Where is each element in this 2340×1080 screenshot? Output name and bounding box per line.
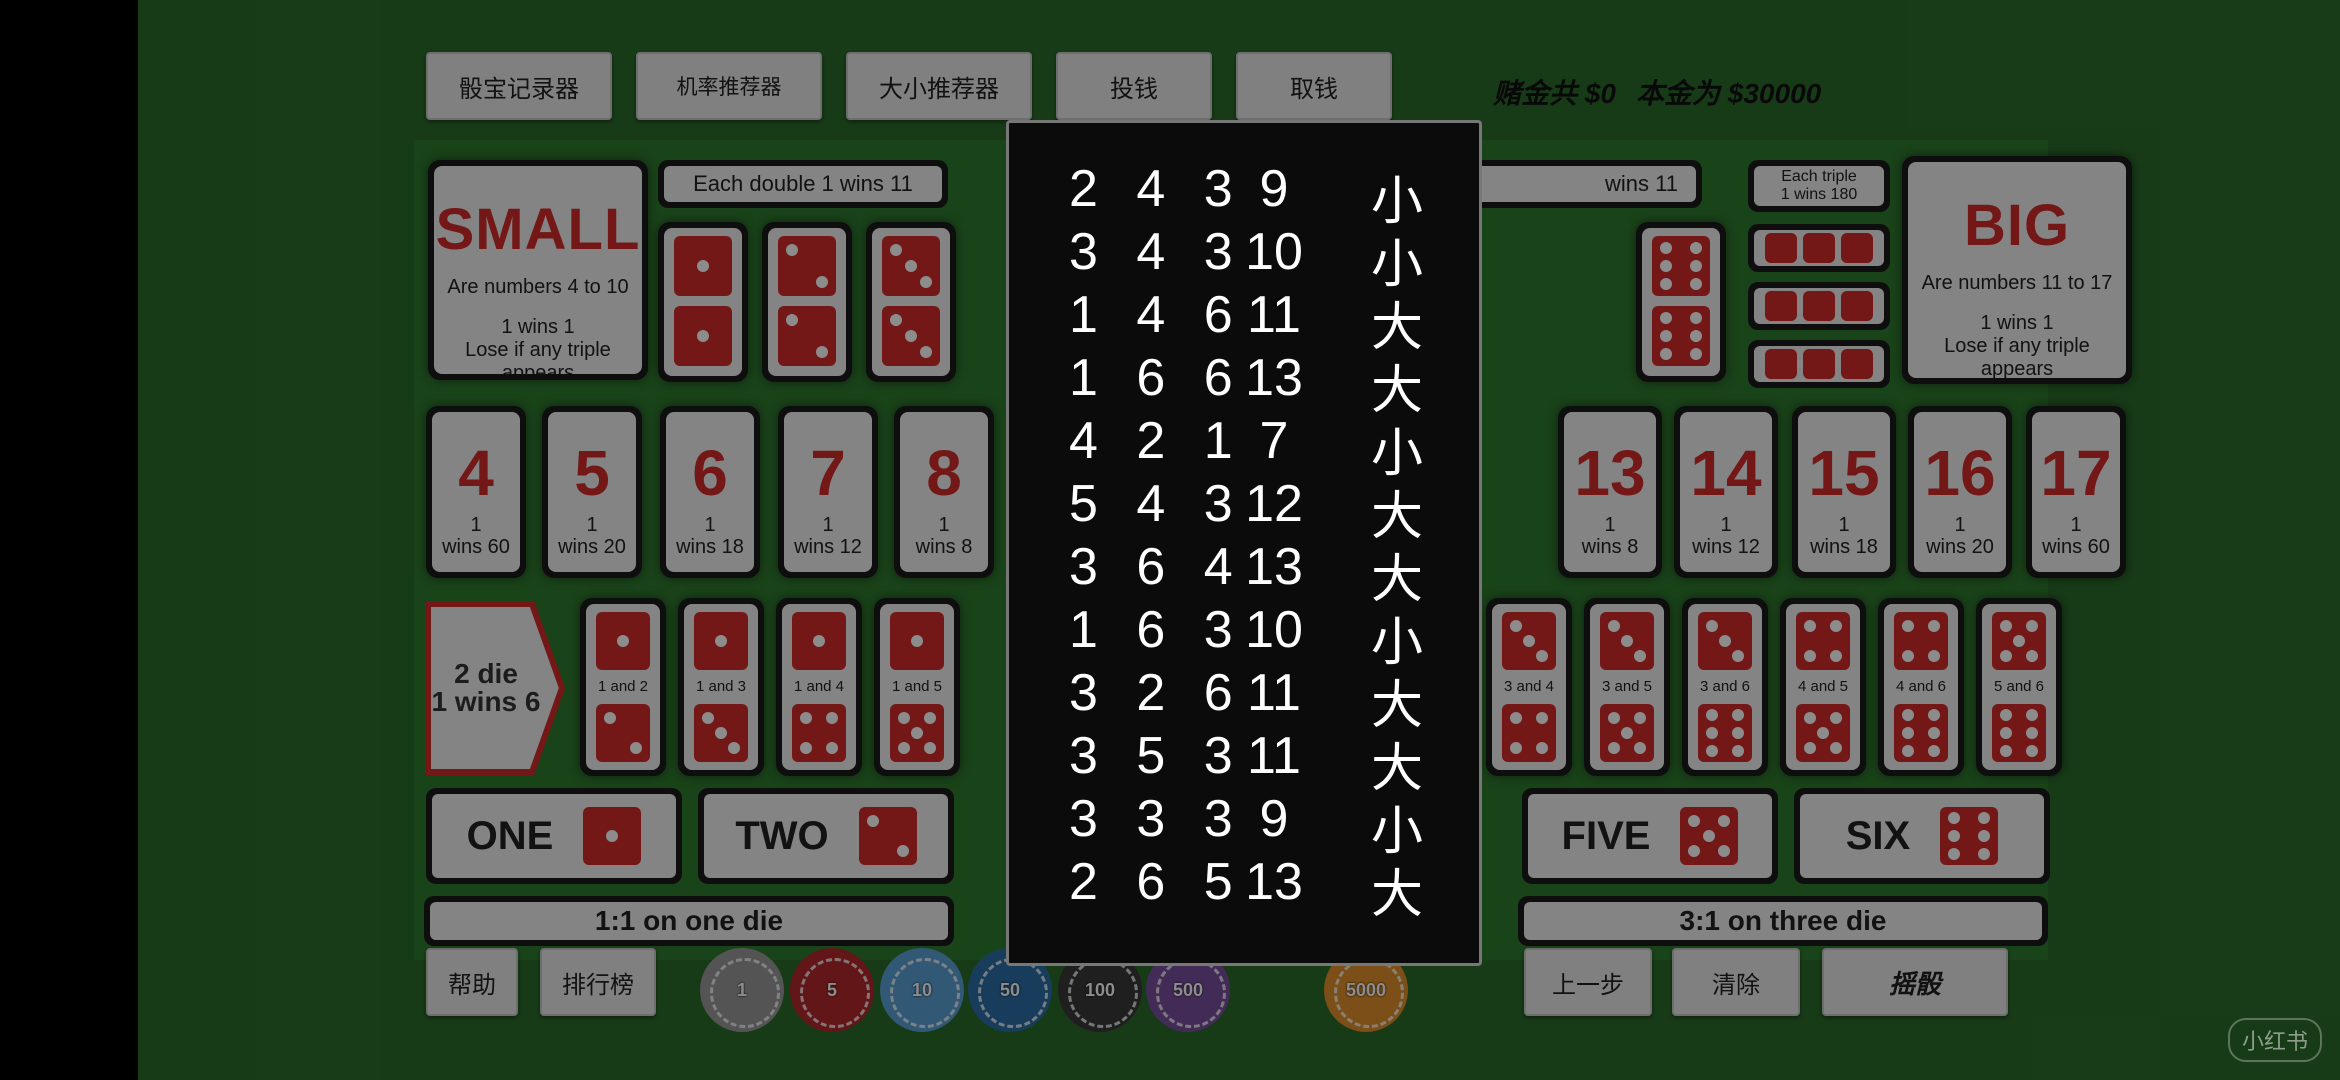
history-row: 3 6 4 13 大 — [1009, 537, 1479, 609]
watermark-logo: 小红书 — [2227, 1018, 2322, 1062]
history-row: 3 5 3 11 大 — [1009, 726, 1479, 798]
history-sum: 12 — [1245, 475, 1303, 533]
history-row: 1 4 6 11 大 — [1009, 285, 1479, 357]
history-sum: 13 — [1245, 538, 1303, 596]
history-sum: 11 — [1247, 286, 1301, 344]
history-sum: 13 — [1245, 853, 1303, 911]
history-sum: 9 — [1259, 160, 1289, 218]
history-sum: 7 — [1259, 412, 1289, 470]
history-row: 2 6 5 13 大 — [1009, 852, 1479, 924]
history-sum: 9 — [1259, 790, 1289, 848]
history-sum: 10 — [1245, 601, 1303, 659]
history-sum: 13 — [1245, 349, 1303, 407]
history-sum: 11 — [1247, 727, 1301, 785]
game-stage: 骰宝记录器 机率推荐器 大小推荐器 投钱 取钱 赌金共 $0 本金为 $3000… — [138, 0, 2340, 1080]
history-row: 5 4 3 12 大 — [1009, 474, 1479, 546]
history-row: 1 6 3 10 小 — [1009, 600, 1479, 672]
history-row: 1 6 6 13 大 — [1009, 348, 1479, 420]
history-row: 4 2 17小 — [1009, 411, 1479, 483]
history-row: 3 3 39小 — [1009, 789, 1479, 861]
history-row: 2 4 39小 — [1009, 159, 1479, 231]
history-sum: 11 — [1247, 664, 1301, 722]
history-result: 大 — [1371, 866, 1424, 924]
history-row: 3 2 6 11 大 — [1009, 663, 1479, 735]
roll-history-popup[interactable]: 2 4 39小 3 4 3 10 小 1 4 6 11 大 1 6 6 13 大 4 2 1… — [1006, 120, 1482, 966]
history-sum: 10 — [1245, 223, 1303, 281]
history-row: 3 4 3 10 小 — [1009, 222, 1479, 294]
